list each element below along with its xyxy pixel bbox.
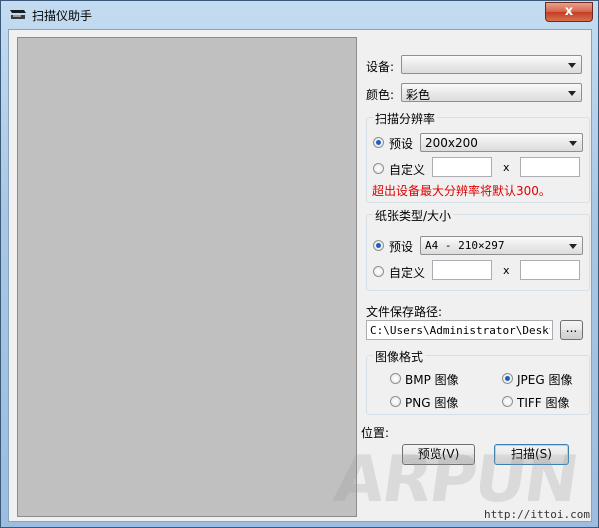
scan-preview-area [17, 37, 357, 517]
resolution-custom-radio[interactable] [373, 163, 384, 174]
resolution-width-input[interactable] [432, 157, 492, 177]
save-path-label: 文件保存路径: [366, 305, 443, 319]
resolution-warning: 超出设备最大分辨率将默认300。 [372, 184, 551, 198]
save-path-input[interactable]: C:\Users\Administrator\Desktop [366, 320, 553, 340]
browse-button[interactable]: ... [560, 320, 583, 340]
format-jpeg-radio[interactable] [502, 373, 513, 384]
resolution-group-title: 扫描分辨率 [373, 110, 438, 127]
chevron-down-icon [568, 63, 576, 68]
paper-preset-value: A4 - 210×297 [425, 239, 505, 252]
color-select-value: 彩色 [406, 88, 431, 102]
resolution-preset-value: 200x200 [425, 136, 478, 150]
resolution-x-separator: x [503, 161, 510, 174]
resolution-custom-label: 自定义 [389, 163, 426, 177]
image-format-group-title: 图像格式 [373, 348, 426, 365]
scanner-assistant-window: 扫描仪助手 x 设备: 颜色: 彩色 扫描分辨率 预设 200x200 自定义 … [0, 0, 599, 528]
resolution-preset-label: 预设 [389, 137, 414, 151]
title-bar[interactable]: 扫描仪助手 x [1, 1, 598, 29]
watermark-site: http://ittoi.com [484, 508, 590, 521]
paper-size-group-title: 纸张类型/大小 [373, 207, 454, 224]
chevron-down-icon [568, 91, 576, 96]
color-label: 颜色: [366, 88, 395, 102]
chevron-down-icon [569, 244, 577, 249]
device-label: 设备: [366, 60, 395, 74]
paper-preset-select[interactable]: A4 - 210×297 [420, 236, 583, 255]
resolution-preset-radio[interactable] [373, 137, 384, 148]
close-button[interactable]: x [545, 2, 593, 22]
scanner-app-icon [10, 10, 26, 19]
resolution-preset-select[interactable]: 200x200 [420, 133, 583, 152]
format-tiff-label: TIFF 图像 [517, 396, 570, 410]
browse-button-label: ... [565, 321, 578, 335]
position-label: 位置: [361, 426, 390, 440]
device-select[interactable] [401, 55, 582, 74]
chevron-down-icon [569, 141, 577, 146]
paper-height-input[interactable] [520, 260, 580, 280]
format-png-radio[interactable] [390, 396, 401, 407]
window-title: 扫描仪助手 [32, 9, 93, 23]
resolution-height-input[interactable] [520, 157, 580, 177]
paper-x-separator: x [503, 264, 510, 277]
save-path-value: C:\Users\Administrator\Desktop [370, 324, 550, 337]
color-select[interactable]: 彩色 [401, 83, 582, 102]
close-icon: x [564, 4, 574, 19]
paper-preset-radio[interactable] [373, 240, 384, 251]
format-jpeg-label: JPEG 图像 [517, 373, 573, 387]
paper-width-input[interactable] [432, 260, 492, 280]
format-tiff-radio[interactable] [502, 396, 513, 407]
paper-preset-label: 预设 [389, 240, 414, 254]
paper-custom-radio[interactable] [373, 266, 384, 277]
format-png-label: PNG 图像 [405, 396, 459, 410]
format-bmp-label: BMP 图像 [405, 373, 459, 387]
paper-custom-label: 自定义 [389, 266, 426, 280]
format-bmp-radio[interactable] [390, 373, 401, 384]
watermark-logo: ARPUN [329, 443, 582, 517]
